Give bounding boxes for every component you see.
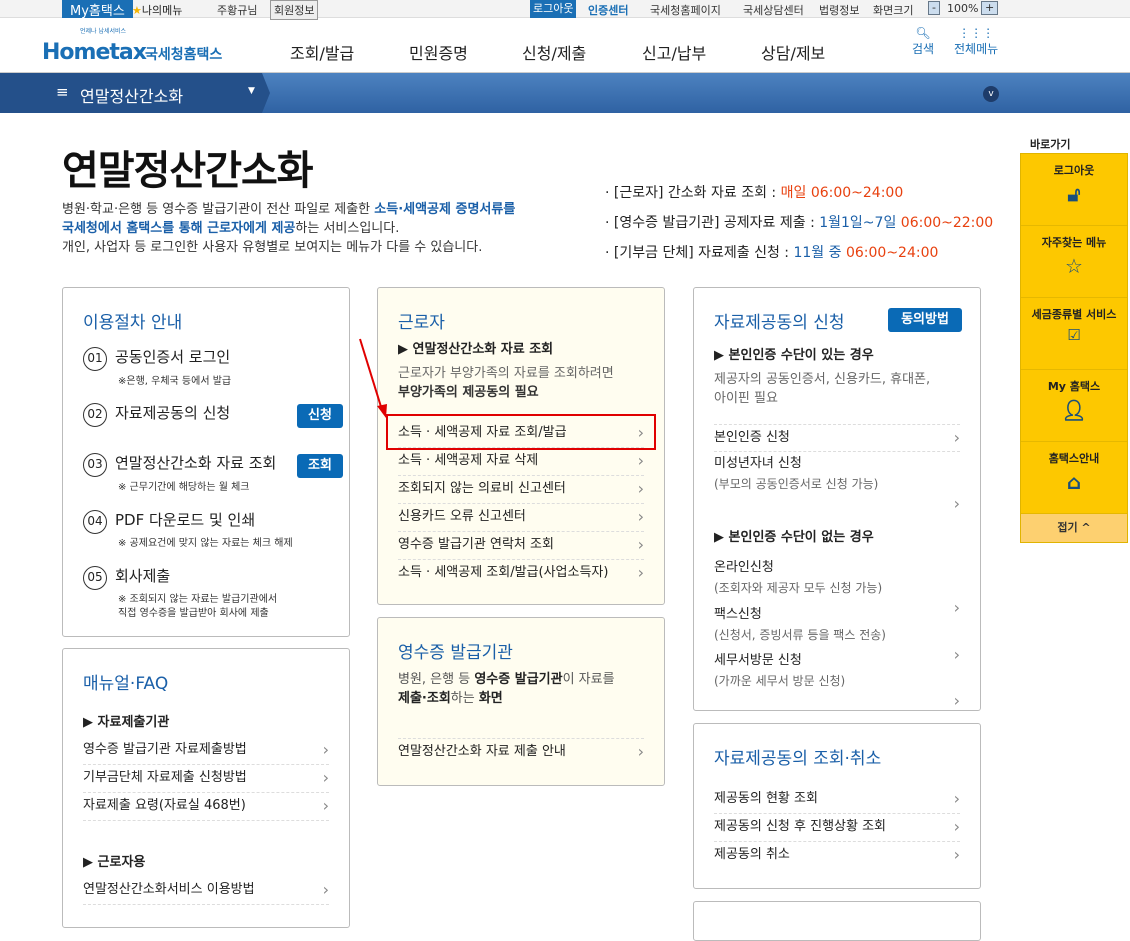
- step-4: 04 PDF 다운로드 및 인쇄: [83, 509, 255, 534]
- star-icon: ★: [132, 4, 142, 17]
- nav-report[interactable]: 신고/납부: [642, 40, 706, 64]
- manual-link[interactable]: 기부금단체 자료제출 신청방법: [83, 765, 329, 793]
- step-3: 03 연말정산간소화 자료 조회: [83, 452, 276, 477]
- worker-card: 근로자 ▶ 연말정산간소화 자료 조회 근로자가 부양가족의 자료를 조회하려면…: [377, 287, 665, 605]
- cert-center-link[interactable]: 인증센터: [588, 2, 628, 18]
- consent-query-card: 자료제공동의 조회·취소 제공동의 현황 조회 제공동의 신청 후 진행상황 조…: [693, 723, 981, 889]
- issuer-guide-link[interactable]: 연말정산간소화 자료 제출 안내: [398, 738, 644, 766]
- next-card: [693, 901, 981, 941]
- location-bar: ≡ 연말정산간소화 ▼ v: [0, 73, 1130, 113]
- schedule-donation: · [기부금 단체] 자료제출 신청 : 11월 중 06:00~24:00: [605, 245, 939, 261]
- nav-inquiry[interactable]: 조회/발급: [290, 40, 354, 64]
- search-icon: 🔍︎: [915, 26, 931, 40]
- red-arrow-annotation: [359, 338, 387, 418]
- zoom-in-button[interactable]: +: [981, 1, 999, 15]
- quick-sidebar: 로그아웃 🔓︎ 자주찾는 메뉴 ☆ 세금종류별 서비스 ☑ My 홈택스 👤︎ 홈택스안…: [1020, 153, 1128, 543]
- search-button[interactable]: 🔍︎ 검색: [912, 26, 934, 57]
- step-5: 05 회사제출: [83, 565, 170, 590]
- consent-status-link[interactable]: 제공동의 현황 조회: [714, 786, 960, 814]
- consent-progress-link[interactable]: 제공동의 신청 후 진행상황 조회: [714, 814, 960, 842]
- schedule-worker: · [근로자] 간소화 자료 조회 : 매일 06:00~24:00: [605, 185, 904, 201]
- manual-faq-card: 매뉴얼·FAQ ▶ 자료제출기관 영수증 발급기관 자료제출방법 기부금단체 자…: [62, 648, 350, 928]
- header: 언제나 납세서비스 Hometax 국세청홈택스 조회/발급 민원증명 신청/제…: [0, 18, 1130, 73]
- fold-button[interactable]: 접기 ^: [1021, 514, 1127, 542]
- unlock-icon: 🔓︎: [1067, 182, 1081, 206]
- current-menu-dropdown[interactable]: ≡ 연말정산간소화 ▼: [0, 73, 270, 113]
- quick-favorites[interactable]: 자주찾는 메뉴 ☆: [1021, 226, 1127, 298]
- caret-down-icon: ▼: [248, 86, 255, 96]
- screen-size-label: 화면크기: [873, 4, 914, 17]
- highlight-box: [386, 414, 656, 450]
- step-1: 01 공동인증서 로그인: [83, 346, 230, 371]
- manual-link[interactable]: 자료제출 요령(자료실 468번): [83, 793, 329, 821]
- page-title: 연말정산간소화: [62, 148, 314, 194]
- person-icon: 👤︎: [1061, 398, 1087, 422]
- user-name: 주황규님: [217, 4, 258, 17]
- quick-my-hometax[interactable]: My 홈택스 👤︎: [1021, 370, 1127, 442]
- law-link[interactable]: 법령정보: [819, 2, 859, 18]
- quick-title: 바로가기: [1030, 138, 1071, 151]
- my-menu-link[interactable]: ★나의메뉴: [132, 2, 182, 18]
- house-hand-icon: ⌂: [1066, 470, 1082, 494]
- online-apply-link[interactable]: 온라인신청 (조회자와 제공자 모두 신청 가능): [714, 558, 960, 618]
- zoom-out-button[interactable]: -: [928, 1, 940, 15]
- consent-cancel-link[interactable]: 제공동의 취소: [714, 842, 960, 870]
- member-info-button[interactable]: 회원정보: [270, 0, 319, 20]
- apply-button[interactable]: 신청: [297, 404, 343, 428]
- nts-link[interactable]: 국세청홈페이지: [650, 2, 721, 18]
- expand-chevron-icon[interactable]: v: [983, 86, 999, 102]
- logout-link[interactable]: 로그아웃: [530, 0, 577, 18]
- consult-link[interactable]: 국세상담센터: [743, 2, 804, 18]
- menu-icon: ≡: [56, 83, 69, 101]
- procedure-card: 이용절차 안내 01 공동인증서 로그인 ※은행, 우체국 등에서 발급 02 자료…: [62, 287, 350, 637]
- top-utility-bar: My홈택스 ★나의메뉴 주황규님 회원정보 로그아웃 인증센터 국세청홈페이지 …: [0, 0, 1130, 20]
- nav-application[interactable]: 신청/제출: [522, 40, 586, 64]
- quick-tax-services[interactable]: 세금종류별 서비스 ☑: [1021, 298, 1127, 370]
- self-auth-link[interactable]: 본인인증 신청: [714, 424, 960, 452]
- checkbox-icon: ☑: [1067, 326, 1081, 344]
- quick-logout[interactable]: 로그아웃 🔓︎: [1021, 154, 1127, 226]
- schedule-issuer: · [영수증 발급기관] 공제자료 제출 : 1월1일~7일 06:00~22:…: [605, 215, 994, 231]
- minor-child-link[interactable]: 미성년자녀 신청 (부모의 공동인증서로 신청 가능): [714, 454, 960, 514]
- worker-link[interactable]: 신용카드 오류 신고센터: [398, 504, 644, 532]
- grid-icon: ⋮⋮⋮: [958, 26, 995, 40]
- step-2: 02 자료제공동의 신청: [83, 402, 230, 427]
- quick-guide[interactable]: 홈택스안내 ⌂: [1021, 442, 1127, 514]
- issuer-card: 영수증 발급기관 병원, 은행 등 영수증 발급기관이 자료를 제출·조회하는 …: [377, 617, 665, 786]
- nav-consult[interactable]: 상담/제보: [761, 40, 825, 64]
- visit-apply-link[interactable]: 세무서방문 신청 (가까운 세무서 방문 신청): [714, 651, 960, 711]
- manual-link[interactable]: 연말정산간소화서비스 이용방법: [83, 877, 329, 905]
- star-icon: ☆: [1065, 254, 1083, 278]
- fax-apply-link[interactable]: 팩스신청 (신청서, 증빙서류 등을 팩스 전송): [714, 605, 960, 665]
- consent-method-button[interactable]: 동의방법: [888, 308, 962, 332]
- worker-link[interactable]: 조회되지 않는 의료비 신고센터: [398, 476, 644, 504]
- page-intro: 병원·학교·은행 등 영수증 발급기관이 전산 파일로 제출한 소득·세액공제 …: [62, 202, 516, 255]
- worker-link[interactable]: 소득 · 세액공제 자료 삭제: [398, 448, 644, 476]
- inquiry-button[interactable]: 조회: [297, 454, 343, 478]
- worker-link[interactable]: 소득 · 세액공제 조회/발급(사업소득자): [398, 560, 644, 588]
- manual-link[interactable]: 영수증 발급기관 자료제출방법: [83, 737, 329, 765]
- consent-card: 자료제공동의 신청 동의방법 ▶ 본인인증 수단이 있는 경우 제공자의 공동인…: [693, 287, 981, 711]
- all-menu-button[interactable]: ⋮⋮⋮ 전체메뉴: [954, 26, 998, 57]
- zoom-level: 100%: [947, 2, 979, 15]
- worker-link[interactable]: 영수증 발급기관 연락처 조회: [398, 532, 644, 560]
- nav-certificate[interactable]: 민원증명: [409, 40, 468, 64]
- my-hometax-link[interactable]: My홈택스: [62, 0, 133, 19]
